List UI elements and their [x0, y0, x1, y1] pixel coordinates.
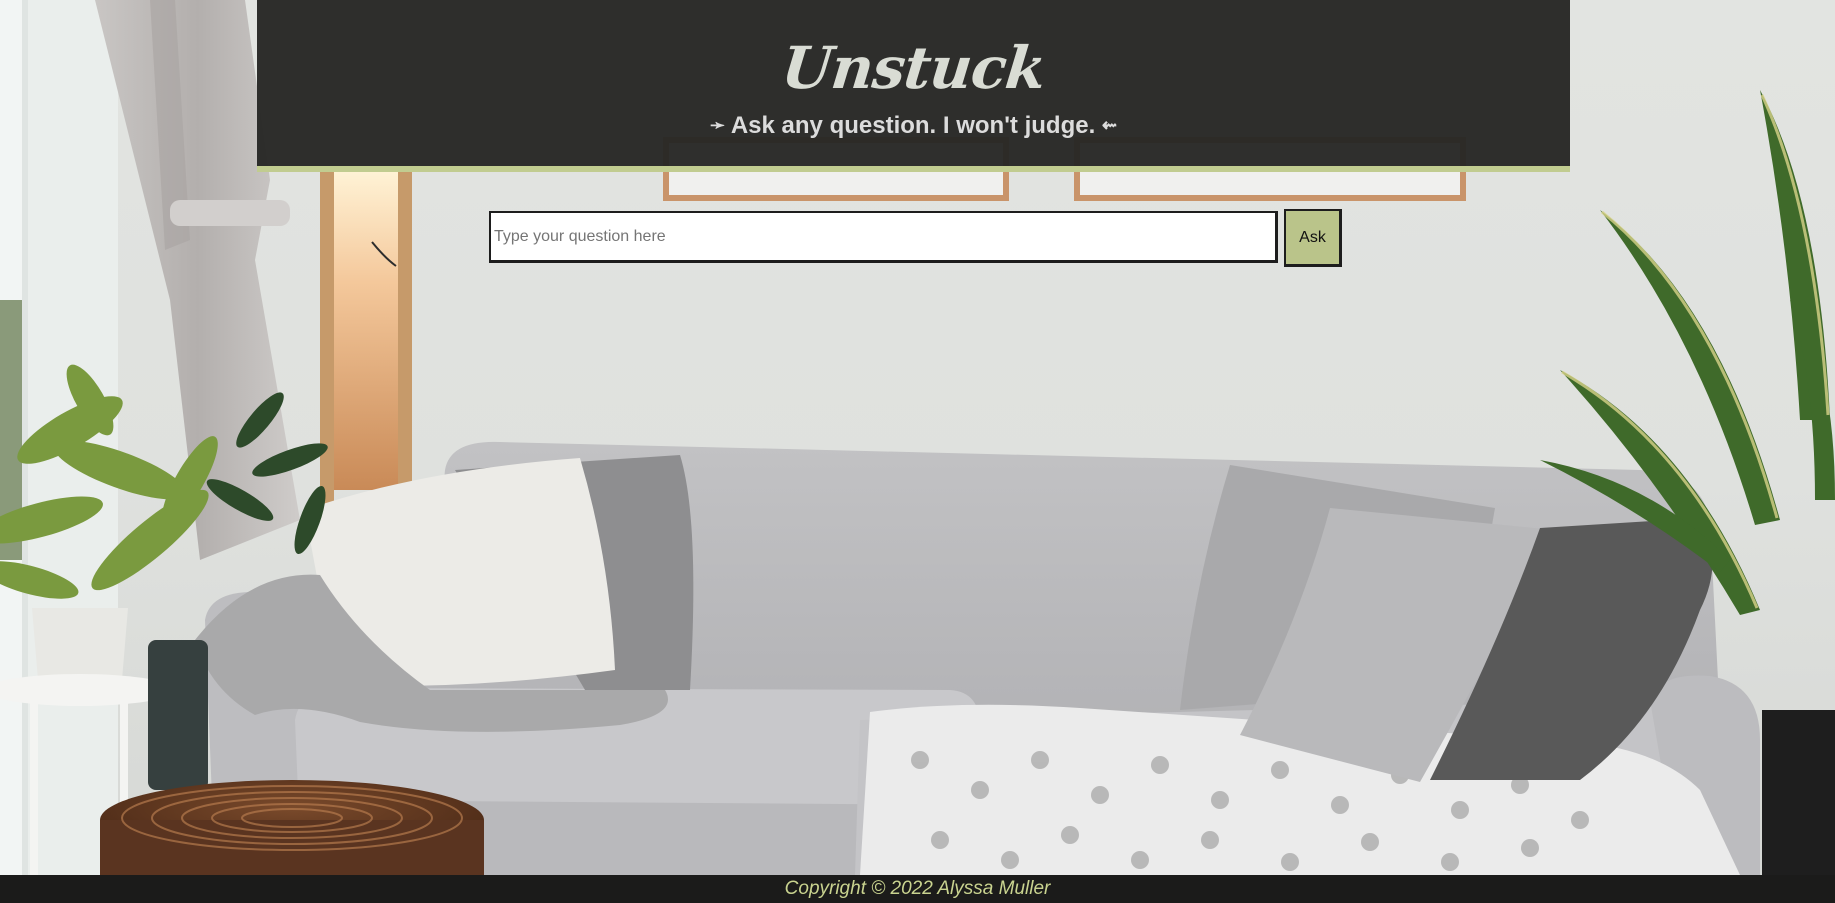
question-input[interactable]: [489, 211, 1278, 263]
copyright-text: Copyright © 2022 Alyssa Muller: [784, 878, 1051, 899]
tagline-text: Ask any question. I won't judge.: [730, 112, 1096, 139]
tagline: ➛ Ask any question. I won't judge. ⇜: [257, 112, 1570, 140]
site-logo-title: Unstuck: [778, 34, 1049, 102]
question-form: Ask: [489, 209, 1342, 267]
left-arrow-icon: ⇜: [1101, 115, 1118, 135]
ask-button[interactable]: Ask: [1284, 209, 1342, 267]
site-footer: Copyright © 2022 Alyssa Muller: [0, 875, 1835, 903]
site-header: Unstuck ➛ Ask any question. I won't judg…: [257, 0, 1570, 172]
right-arrow-icon: ➛: [709, 115, 726, 135]
